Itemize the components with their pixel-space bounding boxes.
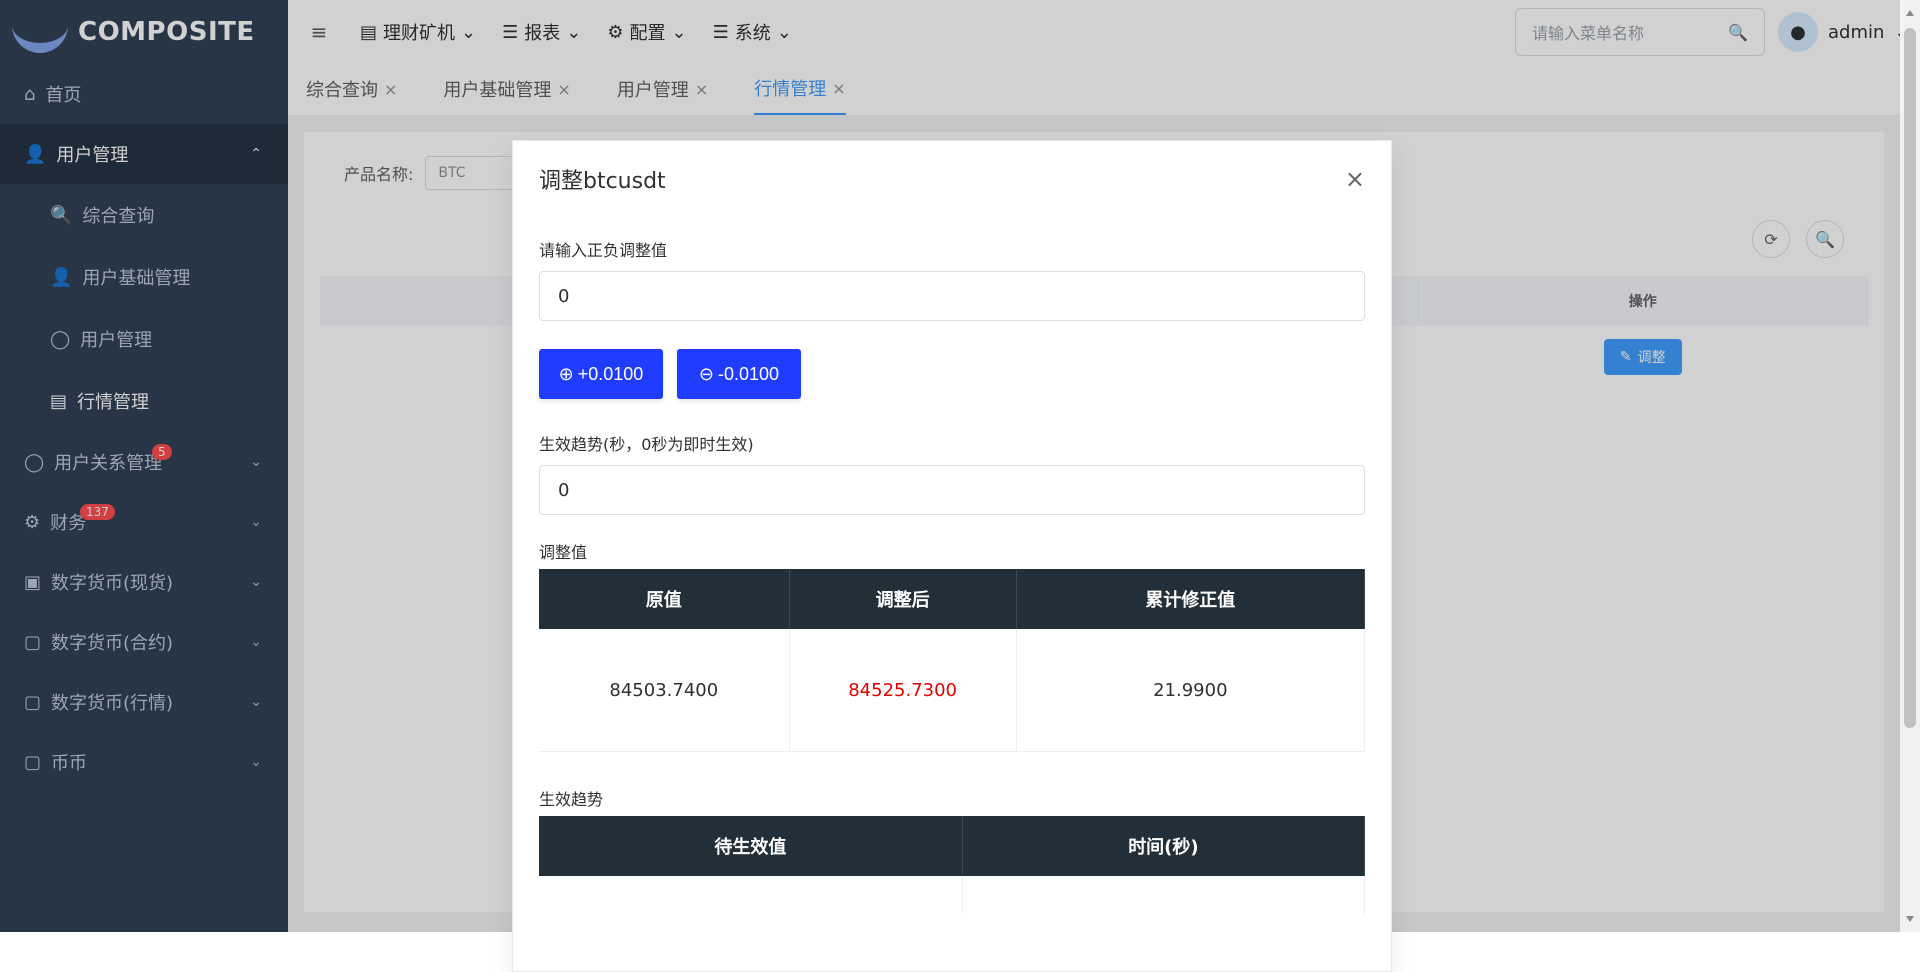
table-row: 84503.7400 84525.7300 21.9900 xyxy=(539,629,1366,752)
table-header: 原值 xyxy=(539,569,790,629)
close-icon[interactable]: × xyxy=(1345,165,1365,193)
scroll-thumb[interactable] xyxy=(1904,28,1916,728)
original-value: 84503.7400 xyxy=(539,629,790,752)
trend-table: 待生效值 时间(秒) xyxy=(539,816,1366,914)
adjust-buttons: ⊕ +0.0100 ⊖ -0.0100 xyxy=(539,349,1365,399)
adjust-input-label: 请输入正负调整值 xyxy=(539,241,668,260)
table-cell xyxy=(962,876,1366,914)
scroll-up-icon[interactable] xyxy=(1906,10,1914,16)
trend-section-title: 生效趋势 xyxy=(539,790,604,809)
minus-button[interactable]: ⊖ -0.0100 xyxy=(677,349,801,399)
adjust-section-title: 调整值 xyxy=(539,543,588,562)
duration-label: 生效趋势(秒，0秒为即时生效) xyxy=(539,435,754,454)
plus-circle-icon: ⊕ xyxy=(558,363,574,384)
table-header: 时间(秒) xyxy=(962,816,1366,876)
plus-button[interactable]: ⊕ +0.0100 xyxy=(539,349,663,399)
table-header: 累计修正值 xyxy=(1016,569,1366,629)
adjust-table: 原值 调整后 累计修正值 84503.7400 84525.7300 21.99… xyxy=(539,569,1366,752)
plus-label: +0.0100 xyxy=(577,363,644,384)
duration-input-value: 0 xyxy=(558,479,570,501)
minus-circle-icon: ⊖ xyxy=(698,363,715,384)
modal-body: 请输入正负调整值 0 ⊕ +0.0100 ⊖ -0.0100 生效趋势(秒，0秒… xyxy=(513,237,1391,914)
adjust-input[interactable]: 0 xyxy=(539,271,1365,321)
table-header: 调整后 xyxy=(789,569,1017,629)
modal-title: 调整btcusdt xyxy=(539,169,666,194)
modal-header: 调整btcusdt × xyxy=(513,141,1391,217)
table-row xyxy=(539,876,1366,914)
scroll-down-icon[interactable] xyxy=(1906,916,1914,922)
table-cell xyxy=(539,876,963,914)
adjust-input-value: 0 xyxy=(558,285,570,307)
adjusted-value: 84525.7300 xyxy=(789,629,1017,752)
minus-label: -0.0100 xyxy=(718,363,780,384)
cumulative-correction: 21.9900 xyxy=(1016,629,1366,752)
duration-input[interactable]: 0 xyxy=(539,465,1365,515)
adjust-modal: 调整btcusdt × 请输入正负调整值 0 ⊕ +0.0100 ⊖ -0.01… xyxy=(512,140,1392,972)
page-scrollbar[interactable] xyxy=(1900,0,1920,932)
table-header: 待生效值 xyxy=(539,816,963,876)
